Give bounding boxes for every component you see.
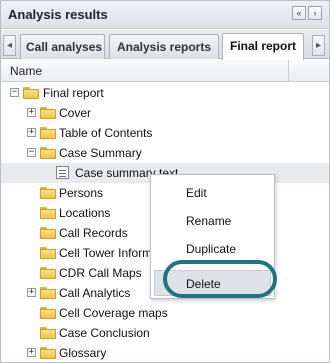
tree-node-case-summary[interactable]: − Case Summary xyxy=(1,143,329,163)
collapse-panel-button[interactable]: « xyxy=(292,6,306,20)
tree-node-case-conclusion[interactable]: Case Conclusion xyxy=(1,323,329,343)
tree-node-label: Cell Tower Informa xyxy=(59,246,159,260)
tab-label: Final report xyxy=(229,39,296,53)
menu-item-label: Duplicate xyxy=(186,242,237,256)
tree-node-final-report[interactable]: − Final report xyxy=(1,83,329,103)
tab-scroll-right-icon[interactable]: ▸ xyxy=(312,35,325,56)
panel-titlebar: Analysis results « › xyxy=(1,1,329,29)
tab-analysis-reports[interactable]: Analysis reports xyxy=(109,34,219,59)
folder-icon xyxy=(40,127,56,139)
collapse-icon[interactable]: − xyxy=(27,148,36,157)
menu-item-label: Rename xyxy=(186,214,232,228)
tree-node-cell-coverage-maps[interactable]: Cell Coverage maps xyxy=(1,303,329,323)
tree-node-label: Cover xyxy=(59,106,92,120)
tree-node-label: Persons xyxy=(59,186,104,200)
tree-node-label: Locations xyxy=(59,206,111,220)
analysis-results-panel: Analysis results « › ◂ Call analyses Ana… xyxy=(0,0,330,363)
folder-icon xyxy=(40,247,56,259)
tree-column-header[interactable]: Name xyxy=(1,60,329,82)
folder-icon xyxy=(40,267,56,279)
tree-node-label: Call Records xyxy=(59,226,128,240)
tree-node-label: Table of Contents xyxy=(59,126,153,140)
folder-icon xyxy=(40,307,56,319)
collapse-icon[interactable]: − xyxy=(10,88,19,97)
tree-node-label: Cell Coverage maps xyxy=(59,306,168,320)
tree-node-label: Call Analytics xyxy=(59,286,131,300)
folder-icon xyxy=(23,87,39,99)
menu-item-label: Edit xyxy=(186,186,207,200)
tree-node-table-of-contents[interactable]: + Table of Contents xyxy=(1,123,329,143)
folder-icon xyxy=(40,227,56,239)
expand-icon[interactable]: + xyxy=(27,348,36,357)
column-separator xyxy=(288,60,289,82)
tree-node-label: Glossary xyxy=(59,346,107,360)
expand-icon[interactable]: + xyxy=(27,288,36,297)
tab-call-analyses[interactable]: Call analyses xyxy=(20,34,105,59)
expand-icon[interactable]: + xyxy=(27,108,36,117)
expand-icon[interactable]: + xyxy=(27,128,36,137)
panel-title: Analysis results xyxy=(8,7,108,22)
tab-label: Analysis reports xyxy=(116,40,212,54)
tree-node-cover[interactable]: + Cover xyxy=(1,103,329,123)
tree-node-glossary[interactable]: + Glossary xyxy=(1,343,329,363)
tree-node-label: CDR Call Maps xyxy=(59,266,142,280)
menu-item-duplicate[interactable]: Duplicate xyxy=(151,236,274,262)
tab-strip: ◂ Call analyses Analysis reports Final r… xyxy=(1,30,329,60)
menu-item-rename[interactable]: Rename xyxy=(151,208,274,234)
document-icon xyxy=(56,166,69,179)
folder-icon xyxy=(40,347,56,359)
folder-icon xyxy=(40,207,56,219)
tab-scroll-left-icon[interactable]: ◂ xyxy=(3,35,16,56)
tree-node-label: Final report xyxy=(43,86,104,100)
close-panel-button[interactable]: › xyxy=(308,6,322,20)
tab-final-report[interactable]: Final report xyxy=(222,33,304,60)
folder-icon xyxy=(40,147,56,159)
folder-icon xyxy=(40,327,56,339)
tab-label: Call analyses xyxy=(26,40,103,54)
delete-highlight-annotation xyxy=(163,260,277,298)
folder-icon xyxy=(40,187,56,199)
tree-node-label: Case Conclusion xyxy=(59,326,150,340)
menu-item-edit[interactable]: Edit xyxy=(151,180,274,206)
column-header-name: Name xyxy=(10,64,43,78)
folder-icon xyxy=(40,287,56,299)
tree-node-label: Case Summary xyxy=(59,146,142,160)
folder-icon xyxy=(40,107,56,119)
